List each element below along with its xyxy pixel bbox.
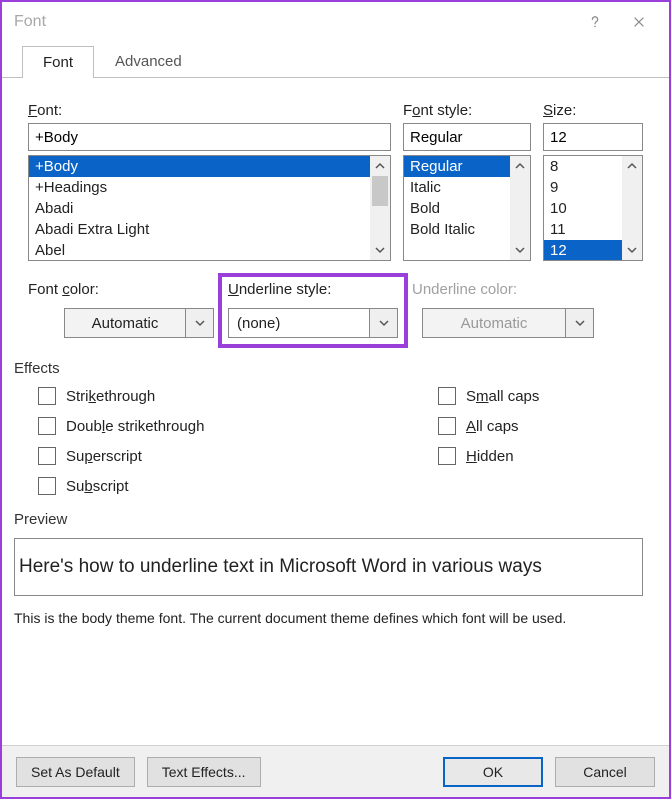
size-column: Size: 89101112 xyxy=(543,102,643,261)
font-scroll-thumb[interactable] xyxy=(372,176,388,206)
checkbox-label: Subscript xyxy=(66,478,129,495)
titlebar: Font xyxy=(2,2,669,42)
font-input[interactable] xyxy=(28,123,391,151)
checkbox-label: Small caps xyxy=(466,388,539,405)
tab-font[interactable]: Font xyxy=(22,46,94,78)
font-color-group: Font color: Automatic xyxy=(28,281,214,338)
preview-label: Preview xyxy=(14,511,643,528)
list-item[interactable]: Italic xyxy=(404,177,510,198)
style-listbox[interactable]: RegularItalicBoldBold Italic xyxy=(403,155,531,261)
list-item[interactable]: Abel xyxy=(29,240,370,260)
checkbox-double-strikethrough[interactable]: Double strikethrough xyxy=(38,417,438,435)
font-color-label: Font color: xyxy=(28,281,214,298)
checkbox-label: All caps xyxy=(466,418,519,435)
checkbox-box[interactable] xyxy=(438,417,456,435)
underline-style-combo[interactable]: (none) xyxy=(228,308,398,338)
checkbox-box[interactable] xyxy=(38,417,56,435)
preview-box: Here's how to underline text in Microsof… xyxy=(14,538,643,596)
font-listbox[interactable]: +Body+HeadingsAbadiAbadi Extra LightAbel xyxy=(28,155,391,261)
help-button[interactable] xyxy=(573,5,617,39)
checkbox-small-caps[interactable]: Small caps xyxy=(438,387,539,405)
checkbox-label: Hidden xyxy=(466,448,514,465)
checkbox-label: Double strikethrough xyxy=(66,418,204,435)
tab-advanced[interactable]: Advanced xyxy=(94,45,203,77)
text-effects-button[interactable]: Text Effects... xyxy=(147,757,261,787)
effects-label: Effects xyxy=(14,360,643,377)
preview-description: This is the body theme font. The current… xyxy=(14,610,643,626)
dialog-footer: Set As Default Text Effects... OK Cancel xyxy=(2,745,669,797)
list-item[interactable]: +Headings xyxy=(29,177,370,198)
checkbox-box[interactable] xyxy=(38,387,56,405)
underline-style-value: (none) xyxy=(229,309,369,337)
color-row: Font color: Automatic Underline style: (… xyxy=(28,281,643,338)
list-item[interactable]: Bold Italic xyxy=(404,219,510,240)
effects-section: Effects Strikethrough Double strikethroug… xyxy=(14,360,643,495)
checkbox-box[interactable] xyxy=(438,387,456,405)
size-input[interactable] xyxy=(543,123,643,151)
tab-advanced-label: Advanced xyxy=(115,53,182,70)
font-color-combo[interactable]: Automatic xyxy=(64,308,214,338)
tabstrip: Font Advanced xyxy=(2,42,669,78)
preview-text: Here's how to underline text in Microsof… xyxy=(19,556,542,578)
checkbox-subscript[interactable]: Subscript xyxy=(38,477,438,495)
list-item[interactable]: +Body xyxy=(29,156,370,177)
list-item[interactable]: Abadi Extra Light xyxy=(29,219,370,240)
checkbox-box[interactable] xyxy=(38,477,56,495)
chevron-down-icon[interactable] xyxy=(369,309,397,337)
list-item[interactable]: 9 xyxy=(544,177,622,198)
underline-color-group: Underline color: Automatic xyxy=(412,281,594,338)
font-dialog: Font Font Advanced Font: +Body+HeadingsA… xyxy=(0,0,671,799)
scroll-up-icon[interactable] xyxy=(510,156,530,176)
set-default-button[interactable]: Set As Default xyxy=(16,757,135,787)
scroll-down-icon[interactable] xyxy=(370,240,390,260)
underline-style-label: Underline style: xyxy=(228,281,398,298)
style-column: Font style: RegularItalicBoldBold Italic xyxy=(403,102,531,261)
cancel-button[interactable]: Cancel xyxy=(555,757,655,787)
list-item[interactable]: 11 xyxy=(544,219,622,240)
checkbox-label: Strikethrough xyxy=(66,388,155,405)
font-column: Font: +Body+HeadingsAbadiAbadi Extra Lig… xyxy=(28,102,391,261)
dialog-body: Font: +Body+HeadingsAbadiAbadi Extra Lig… xyxy=(2,78,669,745)
underline-style-group: Underline style: (none) xyxy=(228,281,398,338)
underline-color-combo: Automatic xyxy=(422,308,594,338)
list-item[interactable]: 8 xyxy=(544,156,622,177)
underline-color-label: Underline color: xyxy=(412,281,594,298)
tab-font-label: Font xyxy=(43,54,73,71)
checkbox-label: Superscript xyxy=(66,448,142,465)
size-listbox[interactable]: 89101112 xyxy=(543,155,643,261)
scroll-down-icon[interactable] xyxy=(622,240,642,260)
checkbox-box[interactable] xyxy=(438,447,456,465)
list-item[interactable]: Regular xyxy=(404,156,510,177)
window-title: Font xyxy=(14,13,573,31)
font-color-value: Automatic xyxy=(65,309,185,337)
checkbox-superscript[interactable]: Superscript xyxy=(38,447,438,465)
style-label: Font style: xyxy=(403,102,531,119)
scroll-down-icon[interactable] xyxy=(510,240,530,260)
scroll-up-icon[interactable] xyxy=(370,156,390,176)
font-scrollbar[interactable] xyxy=(370,156,390,260)
style-scrollbar[interactable] xyxy=(510,156,530,260)
chevron-down-icon xyxy=(565,309,593,337)
list-item[interactable]: Abadi xyxy=(29,198,370,219)
size-scrollbar[interactable] xyxy=(622,156,642,260)
ok-button[interactable]: OK xyxy=(443,757,543,787)
list-item[interactable]: 12 xyxy=(544,240,622,260)
checkbox-box[interactable] xyxy=(38,447,56,465)
checkbox-strikethrough[interactable]: Strikethrough xyxy=(38,387,438,405)
list-item[interactable]: 10 xyxy=(544,198,622,219)
style-input[interactable] xyxy=(403,123,531,151)
chevron-down-icon[interactable] xyxy=(185,309,213,337)
font-row: Font: +Body+HeadingsAbadiAbadi Extra Lig… xyxy=(28,102,643,261)
font-label: Font: xyxy=(28,102,391,119)
close-button[interactable] xyxy=(617,5,661,39)
underline-color-value: Automatic xyxy=(423,309,565,337)
preview-section: Preview Here's how to underline text in … xyxy=(14,511,643,626)
scroll-up-icon[interactable] xyxy=(622,156,642,176)
list-item[interactable]: Bold xyxy=(404,198,510,219)
checkbox-hidden[interactable]: Hidden xyxy=(438,447,539,465)
checkbox-all-caps[interactable]: All caps xyxy=(438,417,539,435)
size-label: Size: xyxy=(543,102,643,119)
